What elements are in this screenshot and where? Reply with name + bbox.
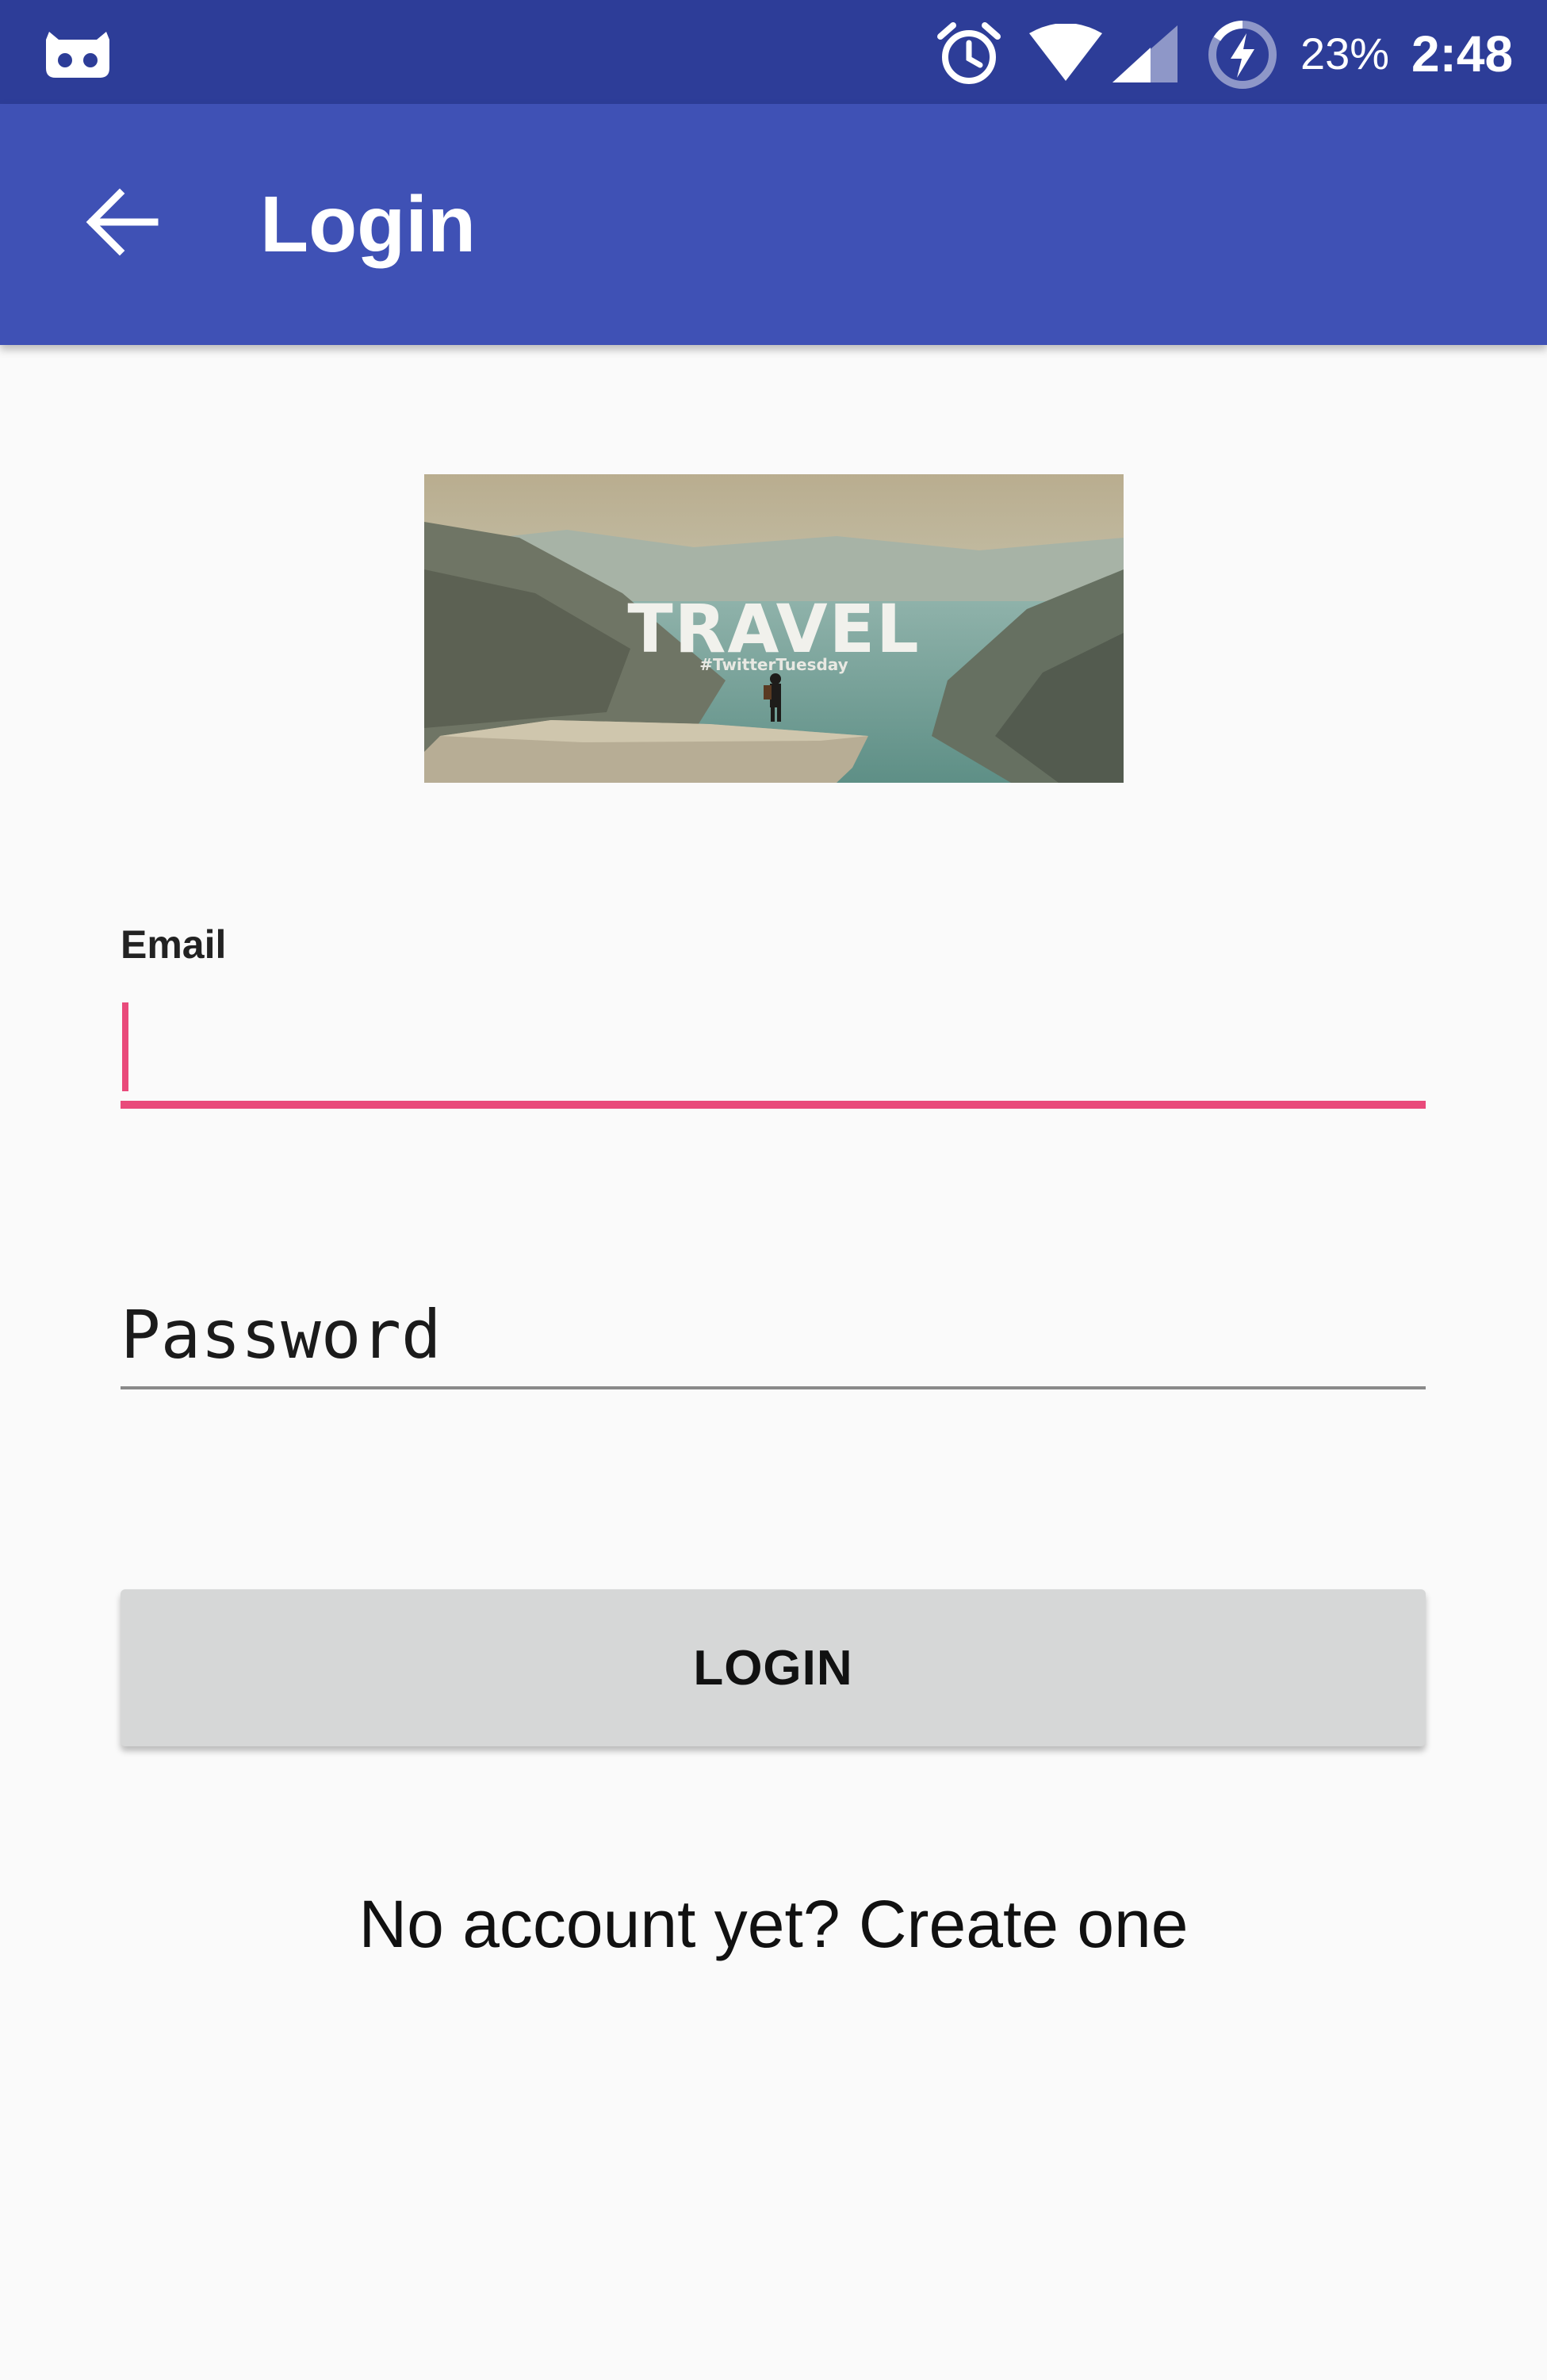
email-underline [121, 1101, 1426, 1109]
password-field[interactable] [121, 1285, 1426, 1396]
battery-charging-icon [1207, 19, 1278, 94]
banner-title: TRAVEL [627, 590, 921, 668]
email-field[interactable] [121, 993, 1426, 1112]
login-screen: 23% 2:48 Login TRAVEL #TwitterTuesday Em… [0, 0, 1547, 2380]
create-account-link[interactable]: No account yet? Create one [0, 1884, 1547, 1964]
cyanogen-bot-icon [41, 21, 114, 85]
password-underline [121, 1386, 1426, 1389]
wifi-icon [1028, 23, 1104, 86]
page-title: Login [260, 180, 477, 269]
email-label: Email [121, 922, 227, 967]
back-button[interactable] [70, 172, 173, 275]
arrow-back-icon [83, 184, 159, 264]
travel-banner-image: TRAVEL #TwitterTuesday [424, 474, 1124, 783]
password-input[interactable] [121, 1285, 1426, 1385]
clock: 2:48 [1411, 25, 1514, 82]
battery-percent: 23% [1300, 29, 1390, 79]
alarm-clock-icon [934, 21, 1004, 91]
banner-subtitle: #TwitterTuesday [699, 655, 848, 674]
cell-signal-icon [1112, 25, 1177, 86]
app-toolbar: Login [0, 104, 1547, 345]
status-bar: 23% 2:48 [0, 0, 1547, 104]
login-button[interactable]: LOGIN [121, 1589, 1426, 1746]
text-cursor [122, 1002, 128, 1091]
email-input[interactable] [121, 993, 1426, 1104]
